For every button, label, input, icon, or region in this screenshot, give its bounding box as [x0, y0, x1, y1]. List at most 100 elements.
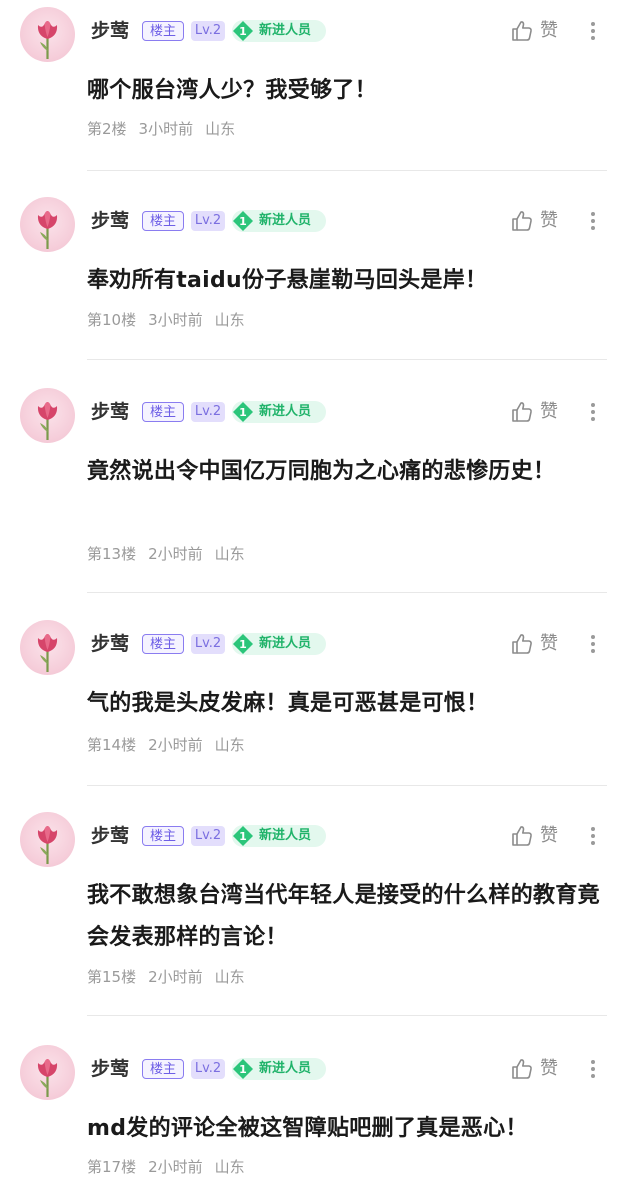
reply-location: 山东 [214, 545, 245, 563]
more-icon[interactable] [585, 207, 601, 235]
like-button[interactable]: 赞 [510, 207, 566, 235]
rank-number: 1 [239, 25, 247, 38]
reply-time: 2小时前 [148, 545, 203, 563]
avatar[interactable] [20, 7, 75, 62]
like-label: 赞 [540, 210, 558, 231]
reply-time: 2小时前 [148, 736, 203, 754]
level-badge: Lv.2 [191, 634, 225, 654]
like-label: 赞 [540, 633, 558, 654]
tulip-icon [37, 826, 58, 864]
thumbs-up-icon [512, 21, 532, 41]
reply-location: 山东 [214, 736, 245, 754]
like-label: 赞 [540, 20, 558, 41]
reply-meta: 第13楼 2小时前 山东 [87, 544, 257, 564]
divider [87, 785, 607, 786]
more-icon[interactable] [585, 822, 601, 850]
reply-meta: 第17楼 2小时前 山东 [87, 1157, 257, 1177]
rank-number: 1 [239, 638, 247, 651]
reply-content: md发的评论全被这智障贴吧删了真是恶心！ [87, 1116, 528, 1141]
floor-number: 第17楼 [87, 1158, 137, 1176]
reply-content: 我不敢想象台湾当代年轻人是接受的什么样的教育竟会发表那样的言论！ [87, 883, 600, 950]
level-badge: Lv.2 [191, 402, 225, 422]
level-badge: Lv.2 [191, 1059, 225, 1079]
diamond-icon: 1 [232, 20, 254, 42]
avatar[interactable] [20, 812, 75, 867]
reply-location: 山东 [205, 120, 236, 138]
diamond-icon: 1 [232, 401, 254, 423]
more-icon[interactable] [585, 1055, 601, 1083]
username[interactable]: 步莺 [91, 400, 129, 424]
rank-title: 新进人员 [259, 1061, 312, 1076]
thumbs-up-icon [512, 211, 532, 231]
floor-number: 第15楼 [87, 968, 137, 986]
thumbs-up-icon [512, 826, 532, 846]
reply-content: 哪个服台湾人少？我受够了！ [87, 78, 377, 103]
like-button[interactable]: 赞 [510, 630, 566, 658]
floor-number: 第2楼 [87, 120, 127, 138]
reply-time: 2小时前 [148, 1158, 203, 1176]
username[interactable]: 步莺 [91, 19, 129, 43]
like-button[interactable]: 赞 [510, 822, 566, 850]
rank-badge: 1 新进人员 [232, 401, 326, 423]
tulip-icon [37, 402, 58, 440]
like-button[interactable]: 赞 [510, 398, 566, 426]
divider [87, 170, 607, 171]
rank-badge: 1 新进人员 [232, 1058, 326, 1080]
username[interactable]: 步莺 [91, 209, 129, 233]
reply-location: 山东 [214, 311, 245, 329]
op-badge: 楼主 [142, 1059, 184, 1079]
diamond-icon: 1 [232, 825, 254, 847]
rank-title: 新进人员 [259, 213, 312, 228]
thumbs-up-icon [512, 1059, 532, 1079]
like-button[interactable]: 赞 [510, 17, 566, 45]
avatar[interactable] [20, 620, 75, 675]
more-icon[interactable] [585, 17, 601, 45]
diamond-icon: 1 [232, 1058, 254, 1080]
rank-badge: 1 新进人员 [232, 20, 326, 42]
like-label: 赞 [540, 1058, 558, 1079]
rank-badge: 1 新进人员 [232, 633, 326, 655]
reply-time: 3小时前 [138, 120, 194, 138]
reply-meta: 第2楼 3小时前 山东 [87, 119, 247, 139]
more-icon[interactable] [585, 630, 601, 658]
level-badge: Lv.2 [191, 21, 225, 41]
avatar[interactable] [20, 388, 75, 443]
divider [87, 1015, 607, 1016]
reply-meta: 第10楼 3小时前 山东 [87, 310, 257, 330]
reply-meta: 第15楼 2小时前 山东 [87, 967, 257, 987]
tulip-icon [37, 211, 58, 249]
op-badge: 楼主 [142, 402, 184, 422]
op-badge: 楼主 [142, 634, 184, 654]
diamond-icon: 1 [232, 210, 254, 232]
like-label: 赞 [540, 401, 558, 422]
more-icon[interactable] [585, 398, 601, 426]
diamond-icon: 1 [232, 633, 254, 655]
username[interactable]: 步莺 [91, 824, 129, 848]
avatar[interactable] [20, 197, 75, 252]
tulip-icon [37, 634, 58, 672]
thumbs-up-icon [512, 634, 532, 654]
username[interactable]: 步莺 [91, 1057, 129, 1081]
level-badge: Lv.2 [191, 211, 225, 231]
op-badge: 楼主 [142, 826, 184, 846]
like-button[interactable]: 赞 [510, 1055, 566, 1083]
rank-title: 新进人员 [259, 404, 312, 419]
tulip-icon [37, 1059, 58, 1097]
rank-number: 1 [239, 215, 247, 228]
username[interactable]: 步莺 [91, 632, 129, 656]
avatar[interactable] [20, 1045, 75, 1100]
op-badge: 楼主 [142, 211, 184, 231]
reply-content: 竟然说出令中国亿万同胞为之心痛的悲惨历史！ [87, 459, 556, 484]
rank-badge: 1 新进人员 [232, 825, 326, 847]
reply-content: 气的我是头皮发麻！真是可恶甚是可恨！ [87, 691, 489, 716]
floor-number: 第10楼 [87, 311, 137, 329]
level-badge: Lv.2 [191, 826, 225, 846]
reply-content: 奉劝所有taidu份子悬崖勒马回头是岸！ [87, 268, 488, 293]
rank-title: 新进人员 [259, 23, 312, 38]
divider [87, 359, 607, 360]
tulip-icon [37, 21, 58, 59]
floor-number: 第14楼 [87, 736, 137, 754]
rank-number: 1 [239, 830, 247, 843]
thumbs-up-icon [512, 402, 532, 422]
reply-time: 2小时前 [148, 968, 203, 986]
